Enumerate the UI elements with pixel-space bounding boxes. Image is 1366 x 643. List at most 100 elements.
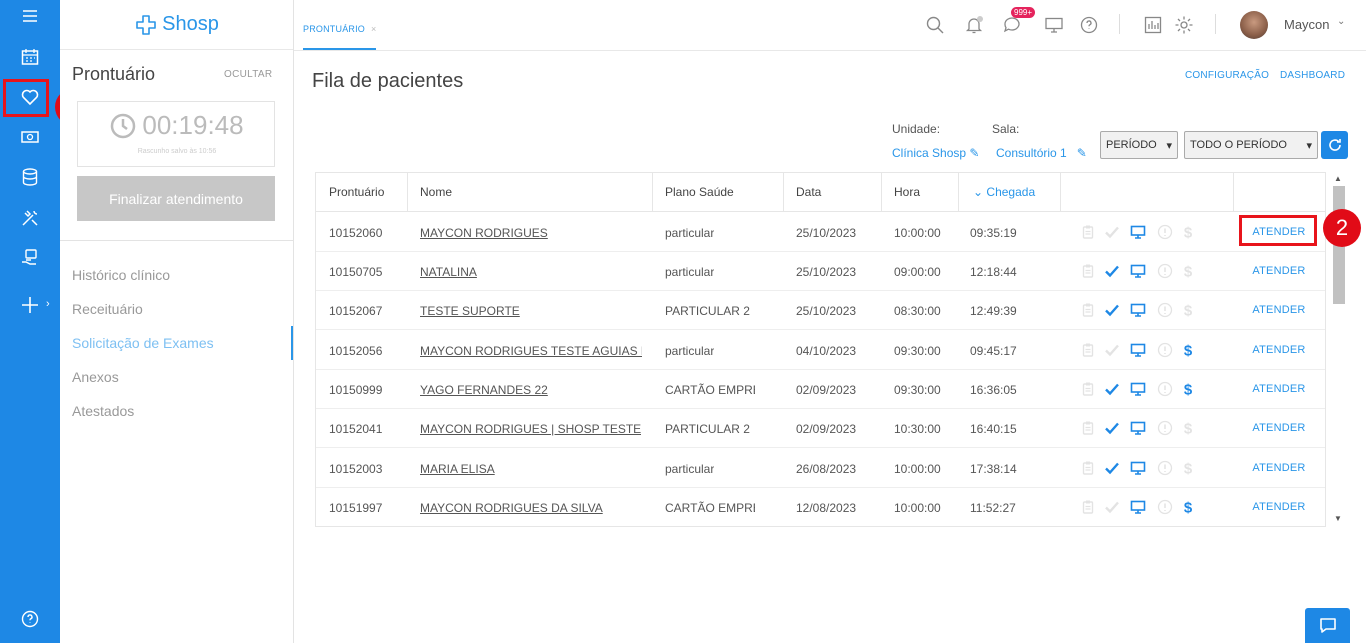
monitor-icon[interactable] xyxy=(1129,498,1147,516)
clipboard-icon[interactable] xyxy=(1079,223,1097,241)
dollar-icon[interactable]: $ xyxy=(1179,262,1197,280)
calendar-icon[interactable] xyxy=(10,42,50,72)
cell-patient-name[interactable]: YAGO FERNANDES 22 xyxy=(420,383,548,397)
dollar-icon[interactable]: $ xyxy=(1179,223,1197,241)
menu-item-historico[interactable]: Histórico clínico xyxy=(72,267,170,283)
room-value[interactable]: Consultório 1 ✎ xyxy=(996,146,1087,160)
configuration-link[interactable]: CONFIGURAÇÃO xyxy=(1185,70,1269,81)
attend-button[interactable]: ATENDER xyxy=(1249,422,1309,434)
cell-patient-name[interactable]: MAYCON RODRIGUES DA SILVA xyxy=(420,501,603,515)
alert-icon[interactable] xyxy=(1156,498,1174,516)
expand-chevron-icon[interactable]: › xyxy=(46,298,50,310)
clipboard-icon[interactable] xyxy=(1079,301,1097,319)
dollar-icon[interactable]: $ xyxy=(1179,419,1197,437)
monitor-icon[interactable] xyxy=(1042,13,1066,37)
settings-gear-icon[interactable] xyxy=(1172,13,1196,37)
header-nome[interactable]: Nome xyxy=(420,185,452,199)
attend-button[interactable]: ATENDER xyxy=(1249,344,1309,356)
check-icon[interactable] xyxy=(1103,459,1121,477)
menu-item-anexos[interactable]: Anexos xyxy=(72,369,119,385)
help-icon[interactable] xyxy=(10,604,50,634)
header-plano[interactable]: Plano Saúde xyxy=(665,185,734,199)
search-icon[interactable] xyxy=(923,13,947,37)
check-icon[interactable] xyxy=(1103,341,1121,359)
header-data[interactable]: Data xyxy=(796,185,821,199)
user-name[interactable]: Maycon xyxy=(1284,17,1330,32)
cell-patient-name[interactable]: MAYCON RODRIGUES TESTE AGUIAS DA ... xyxy=(420,344,642,358)
alert-icon[interactable] xyxy=(1156,380,1174,398)
check-icon[interactable] xyxy=(1103,262,1121,280)
alert-icon[interactable] xyxy=(1156,301,1174,319)
check-icon[interactable] xyxy=(1103,380,1121,398)
attend-button[interactable]: ATENDER xyxy=(1249,265,1309,277)
refresh-button[interactable] xyxy=(1321,131,1348,159)
monitor-icon[interactable] xyxy=(1129,223,1147,241)
clipboard-icon[interactable] xyxy=(1079,341,1097,359)
dollar-icon[interactable]: $ xyxy=(1179,380,1197,398)
pencil-icon[interactable]: ✎ xyxy=(969,146,979,160)
unit-value[interactable]: Clínica Shosp ✎ xyxy=(892,146,979,160)
attend-button[interactable]: ATENDER xyxy=(1249,304,1309,316)
hide-link[interactable]: OCULTAR xyxy=(224,69,272,80)
hamburger-menu-icon[interactable] xyxy=(10,1,50,31)
database-icon[interactable] xyxy=(10,162,50,192)
tab-close-icon[interactable]: × xyxy=(371,24,376,34)
scroll-down-icon[interactable]: ▼ xyxy=(1334,514,1342,523)
monitor-icon[interactable] xyxy=(1129,419,1147,437)
header-prontuario[interactable]: Prontuário xyxy=(329,185,384,199)
clipboard-icon[interactable] xyxy=(1079,459,1097,477)
cell-patient-name[interactable]: TESTE SUPORTE xyxy=(420,304,520,318)
hand-care-icon[interactable] xyxy=(10,243,50,273)
check-icon[interactable] xyxy=(1103,223,1121,241)
check-icon[interactable] xyxy=(1103,419,1121,437)
check-icon[interactable] xyxy=(1103,301,1121,319)
alert-icon[interactable] xyxy=(1156,341,1174,359)
range-select[interactable]: TODO O PERÍODO ▾ xyxy=(1184,131,1318,159)
clipboard-icon[interactable] xyxy=(1079,262,1097,280)
user-avatar[interactable] xyxy=(1240,11,1268,39)
finish-attendance-button[interactable]: Finalizar atendimento xyxy=(77,176,275,221)
monitor-icon[interactable] xyxy=(1129,301,1147,319)
cell-patient-name[interactable]: MARIA ELISA xyxy=(420,462,495,476)
monitor-icon[interactable] xyxy=(1129,380,1147,398)
scroll-up-icon[interactable]: ▲ xyxy=(1334,174,1342,183)
dollar-icon[interactable]: $ xyxy=(1179,301,1197,319)
add-icon[interactable] xyxy=(10,290,50,320)
alert-icon[interactable] xyxy=(1156,262,1174,280)
menu-item-receituario[interactable]: Receituário xyxy=(72,301,143,317)
monitor-icon[interactable] xyxy=(1129,262,1147,280)
clipboard-icon[interactable] xyxy=(1079,498,1097,516)
cell-patient-name[interactable]: MAYCON RODRIGUES | SHOSP TESTE xyxy=(420,422,641,436)
attend-button[interactable]: ATENDER xyxy=(1249,383,1309,395)
dashboard-link[interactable]: DASHBOARD xyxy=(1280,70,1345,81)
pencil-icon[interactable]: ✎ xyxy=(1077,146,1087,160)
chat-widget-button[interactable] xyxy=(1305,608,1350,643)
cell-patient-name[interactable]: MAYCON RODRIGUES xyxy=(420,226,548,240)
dollar-icon[interactable]: $ xyxy=(1179,459,1197,477)
chevron-down-icon[interactable]: ⌄ xyxy=(1337,16,1345,27)
check-icon[interactable] xyxy=(1103,498,1121,516)
alert-icon[interactable] xyxy=(1156,459,1174,477)
reports-icon[interactable] xyxy=(1141,13,1165,37)
bell-icon[interactable] xyxy=(962,13,986,37)
attend-button[interactable]: ATENDER xyxy=(1249,462,1309,474)
dollar-icon[interactable]: $ xyxy=(1179,498,1197,516)
dollar-icon[interactable]: $ xyxy=(1179,341,1197,359)
cell-patient-name[interactable]: NATALINA xyxy=(420,265,477,279)
alert-icon[interactable] xyxy=(1156,419,1174,437)
header-hora[interactable]: Hora xyxy=(894,185,920,199)
alert-icon[interactable] xyxy=(1156,223,1174,241)
clipboard-icon[interactable] xyxy=(1079,380,1097,398)
tab-prontuario[interactable]: PRONTUÁRIO × xyxy=(303,0,377,50)
help-circle-icon[interactable] xyxy=(1077,13,1101,37)
monitor-icon[interactable] xyxy=(1129,459,1147,477)
clipboard-icon[interactable] xyxy=(1079,419,1097,437)
attend-button[interactable]: ATENDER xyxy=(1249,501,1309,513)
period-select[interactable]: PERÍODO ▾ xyxy=(1100,131,1178,159)
menu-item-solicitacao-exames[interactable]: Solicitação de Exames xyxy=(72,335,214,351)
money-icon[interactable] xyxy=(10,122,50,152)
tools-icon[interactable] xyxy=(10,203,50,233)
menu-item-atestados[interactable]: Atestados xyxy=(72,403,134,419)
logo[interactable]: Shosp xyxy=(60,0,293,50)
header-chegada[interactable]: ⌄ Chegada xyxy=(973,185,1035,199)
